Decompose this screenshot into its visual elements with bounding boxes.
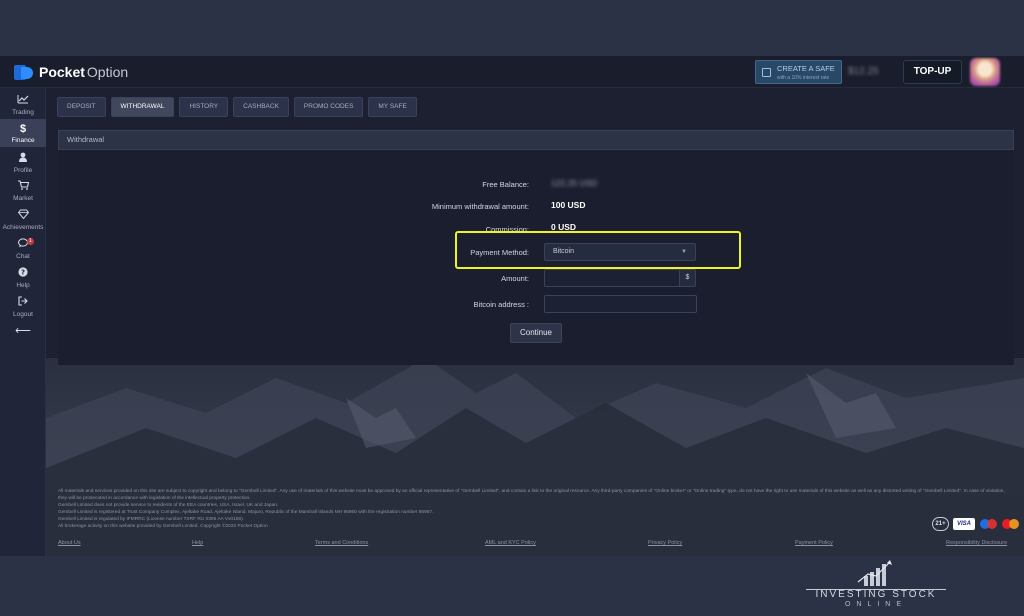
create-safe-sublabel: with a 10% interest rate	[777, 75, 830, 81]
highlight-box	[455, 231, 741, 269]
panel-title: Withdrawal	[58, 130, 1014, 150]
user-icon	[0, 152, 46, 166]
footer-eea-text: Gembell Limited does not provide service…	[58, 503, 279, 508]
footer-link-terms[interactable]: Terms and Conditions	[315, 540, 368, 546]
sidebar-item-trading[interactable]: Trading	[0, 91, 46, 119]
footer-link-about-us[interactable]: About Us	[58, 540, 81, 546]
sidebar-item-help[interactable]: ? Help	[0, 264, 46, 292]
footer-brokerage-text: All brokerage activity on this website p…	[58, 524, 268, 529]
safe-icon	[762, 68, 771, 77]
logo[interactable]: Pocket Option	[14, 64, 128, 80]
sidebar-item-finance[interactable]: $ Finance	[0, 119, 46, 147]
sidebar-item-achievements[interactable]: Achievements	[0, 206, 46, 234]
sidebar-item-label: Trading	[12, 109, 34, 116]
sidebar-item-logout[interactable]: Logout	[0, 293, 46, 321]
top-up-button[interactable]: TOP-UP	[903, 60, 962, 84]
tab-promo-codes[interactable]: PROMO CODES	[293, 97, 364, 117]
tab-history[interactable]: HISTORY	[179, 97, 229, 117]
logo-text-light: Option	[86, 64, 129, 80]
bitcoin-address-label: Bitcoin address :	[473, 300, 529, 309]
watermark: INVESTING STOCK ONLINE	[806, 558, 946, 612]
header: Pocket Option CREATE A SAFE with a 10% i…	[0, 56, 1024, 88]
visa-logo: VISA	[953, 518, 975, 530]
finance-tabs: DEPOSIT WITHDRAWAL HISTORY CASHBACK PROM…	[57, 97, 422, 117]
main-content: DEPOSIT WITHDRAWAL HISTORY CASHBACK PROM…	[46, 88, 1024, 556]
free-balance-label: Free Balance:	[482, 180, 529, 189]
footer-link-help[interactable]: Help	[192, 540, 203, 546]
chat-icon	[0, 238, 46, 252]
chart-line-icon	[0, 94, 46, 108]
currency-suffix: $	[679, 270, 695, 286]
create-safe-label: CREATE A SAFE	[777, 64, 835, 73]
sidebar-item-label: Logout	[13, 311, 33, 318]
footer-link-aml-kyc[interactable]: AML and KYC Policy	[485, 540, 536, 546]
arrow-left-icon: ⟵	[15, 325, 31, 337]
footer-regulation-text: Gembell Limited is regulated by IFMRRC (…	[58, 517, 245, 522]
footer-link-payment-policy[interactable]: Payment Policy	[795, 540, 833, 546]
diamond-icon	[0, 209, 46, 223]
min-withdrawal-label: Minimum withdrawal amount:	[431, 202, 529, 211]
logout-icon	[0, 296, 46, 310]
top-dark-band	[0, 0, 1024, 56]
tab-withdrawal[interactable]: WITHDRAWAL	[110, 97, 175, 117]
chat-unread-badge: 1	[27, 238, 34, 245]
amount-input[interactable]: $	[544, 269, 696, 287]
create-safe-button[interactable]: CREATE A SAFE with a 10% interest rate	[755, 60, 842, 84]
watermark-title: INVESTING STOCK	[815, 589, 937, 600]
logo-mark-icon	[14, 64, 34, 80]
sidebar-item-label: Help	[16, 282, 30, 289]
collapse-sidebar-button[interactable]: ⟵	[0, 324, 46, 340]
cart-icon	[0, 180, 46, 194]
footer-copyright-text: All materials and services provided on t…	[58, 489, 1005, 501]
footer-link-responsibility[interactable]: Responsibility Disclosure	[946, 540, 1007, 546]
sidebar-item-label: Finance	[11, 137, 35, 144]
question-icon: ?	[0, 267, 46, 281]
watermark-subtitle: ONLINE	[844, 601, 908, 608]
sidebar-item-label: Chat	[16, 253, 30, 260]
svg-text:?: ?	[21, 269, 25, 277]
footer-registration-text: Gembell Limited is registered at Trust C…	[58, 510, 434, 515]
watermark-chart-icon	[857, 560, 892, 586]
account-balance: $12.25	[848, 66, 879, 77]
age-21-badge: 21+	[932, 517, 949, 531]
min-withdrawal-value: 100 USD	[551, 200, 586, 210]
free-balance-value: 122.25 USD	[551, 178, 598, 188]
sidebar-item-chat[interactable]: 1 Chat	[0, 235, 46, 263]
footer-link-privacy[interactable]: Privacy Policy	[648, 540, 682, 546]
tab-cashback[interactable]: CASHBACK	[233, 97, 289, 117]
tab-my-safe[interactable]: MY SAFE	[368, 97, 417, 117]
sidebar-item-market[interactable]: Market	[0, 177, 46, 205]
bitcoin-address-input[interactable]	[544, 295, 697, 313]
sidebar-item-label: Market	[13, 195, 33, 202]
maestro-icon	[980, 519, 998, 530]
footer-links: About Us Help Terms and Conditions AML a…	[58, 540, 1014, 550]
app-window: Pocket Option CREATE A SAFE with a 10% i…	[0, 56, 1024, 556]
sidebar-item-label: Achievements	[2, 224, 44, 231]
footer: All materials and services provided on t…	[58, 488, 1019, 546]
sidebar-item-profile[interactable]: Profile	[0, 149, 46, 177]
tab-deposit[interactable]: DEPOSIT	[57, 97, 106, 117]
sidebar-item-label: Profile	[13, 167, 33, 174]
logo-text-bold: Pocket	[39, 64, 85, 80]
amount-label: Amount:	[501, 274, 529, 283]
continue-button[interactable]: Continue	[510, 323, 562, 343]
withdrawal-panel: Free Balance: 122.25 USD Minimum withdra…	[58, 150, 1014, 365]
avatar[interactable]	[970, 58, 1000, 86]
sidebar: Trading $ Finance Profile Market Achieve…	[0, 88, 46, 556]
mastercard-icon	[1002, 519, 1020, 530]
dollar-icon: $	[19, 123, 27, 135]
